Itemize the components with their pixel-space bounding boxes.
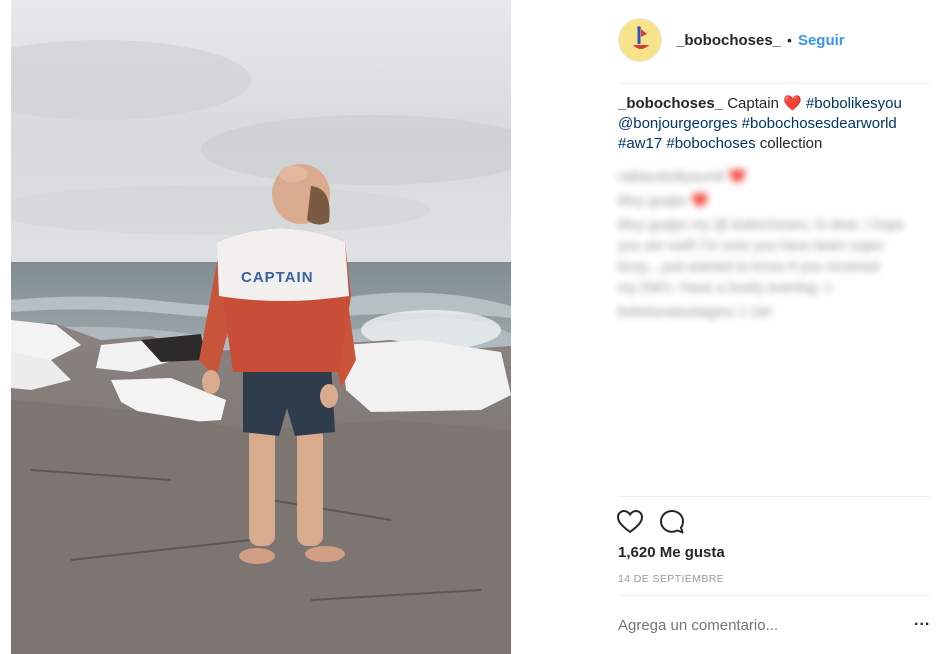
actions-divider: [618, 496, 931, 497]
more-options-icon[interactable]: ...: [914, 612, 930, 630]
blurred-comments: raibaustuflyaum8 ❤️ Muy guapo ❤️ Muy gua…: [618, 166, 930, 325]
bobochoses-logo-icon: [633, 26, 649, 49]
comment-input[interactable]: [618, 614, 878, 636]
heart-outline-icon[interactable]: [616, 508, 644, 536]
post-date[interactable]: 14 DE SEPTIEMBRE: [618, 573, 724, 585]
follow-button[interactable]: Seguir: [798, 32, 845, 49]
hashtag-bobochoses[interactable]: #bobochoses: [666, 135, 755, 152]
post-panel: _bobochoses_ • Seguir _bobochoses_ Capta…: [512, 0, 943, 654]
svg-text:CAPTAIN: CAPTAIN: [241, 269, 314, 286]
comment-line: my DM's. Have a lovely evening ☺: [618, 279, 835, 295]
post-photo: CAPTAIN: [11, 0, 511, 654]
caption-tail: collection: [759, 135, 823, 152]
hashtag-bobochosesdearworld[interactable]: #bobochosesdearworld: [742, 115, 897, 132]
header-dot: •: [787, 32, 792, 48]
comment-divider: [618, 595, 931, 596]
header-username[interactable]: _bobochoses_: [676, 32, 781, 49]
caption-text: Captain: [727, 95, 779, 112]
comment-line: raibaustuflyaum8 ❤️: [618, 168, 746, 184]
post-caption: _bobochoses_ Captain ❤️ #bobolikesyou @b…: [618, 94, 930, 154]
post-header: _bobochoses_ • Seguir: [618, 16, 943, 64]
comment-line: Muy guapo my @ bobochoses, hi dear, I ho…: [618, 216, 904, 232]
mention-bonjourgeorges[interactable]: @bonjourgeorges: [618, 115, 737, 132]
hashtag-aw17[interactable]: #aw17: [618, 135, 662, 152]
avatar[interactable]: [618, 18, 662, 62]
heart-emoji: ❤️: [783, 95, 802, 112]
comment-line: bobelunaisuitaginu 1 ciel: [618, 303, 772, 319]
hashtag-bobolikesyou[interactable]: #bobolikesyou: [806, 95, 902, 112]
caption-username[interactable]: _bobochoses_: [618, 95, 723, 112]
post-actions: [616, 507, 686, 537]
comment-line: Muy guapo ❤️: [618, 192, 709, 208]
comment-bubble-icon[interactable]: [658, 508, 686, 536]
comment-line: you are well! I'm sure you have been sup…: [618, 237, 885, 253]
header-divider: [618, 83, 931, 84]
comment-line: busy... just wanted to know if you recei…: [618, 258, 880, 274]
likes-count[interactable]: 1,620 Me gusta: [618, 544, 725, 561]
